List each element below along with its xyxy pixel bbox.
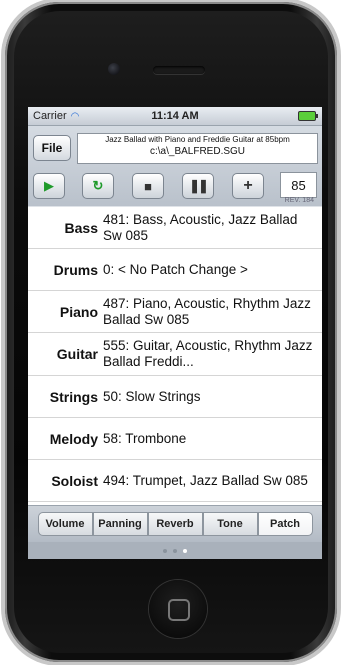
status-bar: Carrier ◠ 11:14 AM <box>28 107 322 126</box>
home-square-icon <box>168 599 190 621</box>
song-filename: c:\a\_BALFRED.SGU <box>149 146 246 157</box>
stop-icon: ■ <box>144 178 152 194</box>
tempo-field[interactable]: 85 <box>280 172 317 198</box>
song-title-box[interactable]: Jazz Ballad with Piano and Freddie Guita… <box>77 133 318 164</box>
camera-icon <box>108 63 120 75</box>
list-item[interactable]: Soloist 494: Trumpet, Jazz Ballad Sw 085 <box>28 460 322 502</box>
part-label: Drums <box>53 261 98 278</box>
list-item[interactable]: Strings 50: Slow Strings <box>28 376 322 418</box>
list-item[interactable]: Drums 0: < No Patch Change > <box>28 249 322 291</box>
pause-icon: ❚❚ <box>189 178 209 193</box>
patch-value: 494: Trumpet, Jazz Ballad Sw 085 <box>103 472 308 488</box>
part-label: Melody <box>49 430 98 447</box>
list-item[interactable]: Melody 58: Trombone <box>28 418 322 460</box>
file-button[interactable]: File <box>33 135 71 161</box>
play-icon: ▶ <box>44 178 54 193</box>
patch-value: 58: Trombone <box>103 430 187 446</box>
tab-reverb[interactable]: Reverb <box>147 512 203 536</box>
app-screen: Carrier ◠ 11:14 AM File Jazz Ballad with… <box>28 107 322 559</box>
patch-value: 0: < No Patch Change > <box>103 261 248 277</box>
part-label: Soloist <box>51 472 98 489</box>
song-title: Jazz Ballad with Piano and Freddie Guita… <box>105 135 290 144</box>
page-indicator[interactable] <box>28 542 322 559</box>
patch-value: 50: Slow Strings <box>103 388 201 404</box>
list-item[interactable]: Bass 481: Bass, Acoustic, Jazz Ballad Sw… <box>28 207 322 249</box>
tab-volume[interactable]: Volume <box>37 512 93 536</box>
toolbar: File Jazz Ballad with Piano and Freddie … <box>28 126 322 206</box>
page-dot <box>173 548 177 553</box>
add-button[interactable]: + <box>232 173 264 199</box>
speaker-grille <box>153 66 205 74</box>
list-item[interactable]: Guitar 555: Guitar, Acoustic, Rhythm Jaz… <box>28 333 322 376</box>
tab-tone[interactable]: Tone <box>202 512 258 536</box>
patch-list: Bass 481: Bass, Acoustic, Jazz Ballad Sw… <box>28 207 322 505</box>
pause-button[interactable]: ❚❚ <box>182 173 214 199</box>
part-label: Piano <box>59 303 98 320</box>
play-button[interactable]: ▶ <box>33 173 65 199</box>
tab-patch[interactable]: Patch <box>257 512 313 536</box>
plus-icon: + <box>243 177 253 194</box>
part-label: Strings <box>49 388 98 405</box>
patch-value: 487: Piano, Acoustic, Rhythm Jazz Ballad… <box>103 295 311 327</box>
patch-value: 555: Guitar, Acoustic, Rhythm Jazz Balla… <box>103 338 313 369</box>
page-dot <box>163 548 167 553</box>
status-time: 11:14 AM <box>151 110 199 122</box>
tab-panning[interactable]: Panning <box>92 512 148 536</box>
revision-label: REV. 184 <box>284 197 314 204</box>
battery-icon <box>298 111 318 121</box>
loop-icon: ↻ <box>92 178 104 193</box>
home-button[interactable] <box>149 580 207 638</box>
loop-button[interactable]: ↻ <box>82 173 114 199</box>
patch-value: 481: Bass, Acoustic, Jazz Ballad Sw 085 <box>103 211 298 243</box>
part-label: Guitar <box>56 346 98 362</box>
stop-button[interactable]: ■ <box>132 173 164 199</box>
part-label: Bass <box>64 219 98 236</box>
segmented-control: Volume Panning Reverb Tone Patch <box>28 505 322 542</box>
page-dot-active <box>183 548 187 553</box>
list-item[interactable]: Piano 487: Piano, Acoustic, Rhythm Jazz … <box>28 291 322 333</box>
